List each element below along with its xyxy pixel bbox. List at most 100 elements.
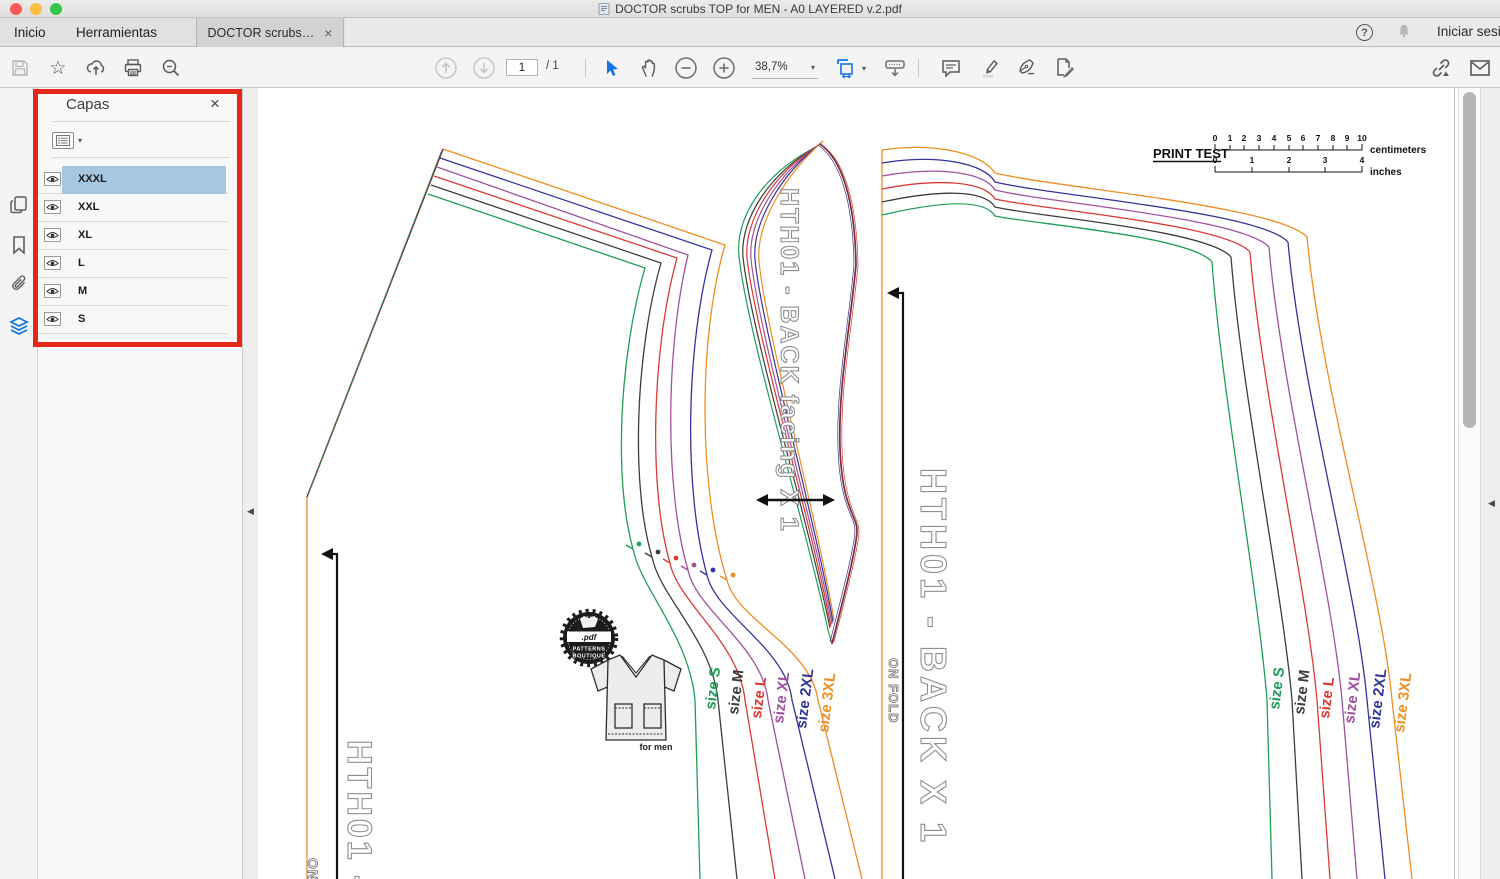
print-test-block: PRINT TEST 0 1 2 3 4 5 6 7 8 9 10 centimeters 0123… [1153,133,1427,178]
cloud-upload-icon [86,60,105,75]
svg-text:9: 9 [1345,133,1350,143]
back-piece-size-lines [881,146,1413,879]
plus-circle-icon [713,57,735,79]
scrub-top-illustration: for men [590,654,682,752]
svg-text:size 2XL: size 2XL [1366,668,1390,730]
help-button[interactable]: ? [1356,24,1373,41]
svg-text:size 2XL: size 2XL [793,668,817,730]
fit-width-button[interactable] [834,56,858,80]
svg-text:size S: size S [1266,666,1288,710]
attachments-button[interactable] [7,272,31,296]
star-icon: ☆ [49,57,67,79]
zoom-in-button[interactable] [712,56,736,80]
svg-text:6: 6 [1301,133,1306,143]
minus-circle-icon [675,57,697,79]
printer-icon [124,59,142,77]
fill-sign-button[interactable] [1015,56,1039,80]
tab-document[interactable]: DOCTOR scrubs… × [196,18,344,47]
select-tool-button[interactable] [599,56,623,80]
notifications-button[interactable] [1396,23,1412,44]
svg-text:7: 7 [1316,133,1321,143]
share-cloud-button[interactable] [84,56,108,80]
svg-text:size L: size L [748,676,770,719]
previous-page-button[interactable] [434,56,458,80]
zoom-out-button[interactable] [674,56,698,80]
page-thumbnails-button[interactable] [7,193,31,217]
link-icon [1432,59,1450,77]
annotation-highlight-rectangle [33,89,242,347]
svg-text:size 3XL: size 3XL [815,672,839,734]
print-button[interactable] [121,56,145,80]
comment-tool-button[interactable] [939,56,963,80]
svg-text:3: 3 [1323,155,1328,165]
paperclip-icon [12,275,26,291]
titlebar: DOCTOR scrubs TOP for MEN - A0 LAYERED v… [0,0,1500,18]
favorite-button[interactable]: ☆ [46,56,70,80]
scrolling-mode-button[interactable] [883,56,907,80]
cursor-icon [607,60,618,76]
window-title: DOCTOR scrubs TOP for MEN - A0 LAYERED v… [615,1,902,16]
svg-text:size L: size L [1316,676,1338,719]
size-labels-front: size S size M size L size XL size 2XL si… [702,666,839,733]
fit-width-chevron-icon[interactable]: ▾ [862,64,866,73]
hand-tool-button[interactable] [637,56,661,80]
edit-sign-doc-button[interactable] [1052,56,1076,80]
svg-text:4: 4 [1272,133,1277,143]
next-page-button[interactable] [472,56,496,80]
layers-icon [9,317,29,335]
pdf-page[interactable]: HTH01 - F ON FOLD HTH01 - BACK facing X … [258,88,1455,879]
chevron-down-icon: ▾ [810,62,815,72]
vertical-scrollbar[interactable] [1458,88,1480,879]
collapse-panel-icon[interactable]: ◀ [247,506,254,517]
svg-text:2: 2 [1287,155,1292,165]
svg-text:0: 0 [1213,155,1218,165]
tab-herramientas[interactable]: Herramientas [76,18,157,47]
zoom-level-value: 38,7% [755,61,788,73]
svg-text:0: 0 [1213,133,1218,143]
toolbar-divider [585,59,586,77]
save-button[interactable] [8,56,32,80]
layers-button[interactable] [7,314,31,338]
zoom-level-select[interactable]: 38,7% ▾ [752,56,818,79]
fountain-pen-icon [1019,59,1035,76]
right-panel-strip: ◀ [1480,88,1500,879]
save-icon [12,60,28,76]
highlight-tool-button[interactable] [978,56,1002,80]
bookmarks-button[interactable] [7,233,31,257]
document-tab-label: DOCTOR scrubs… [207,25,315,40]
svg-text:size S: size S [702,666,724,710]
page-number-input[interactable]: 1 [506,59,538,76]
close-tab-icon[interactable]: × [324,26,332,40]
share-link-button[interactable] [1429,56,1453,80]
svg-text:3: 3 [1257,133,1262,143]
fit-width-icon [837,59,853,79]
svg-text:size 3XL: size 3XL [1391,672,1415,734]
email-button[interactable] [1468,56,1492,80]
tab-inicio[interactable]: Inicio [14,18,46,47]
svg-text:size M: size M [1291,669,1313,716]
scrollbar-thumb[interactable] [1463,92,1476,428]
bell-icon [1399,25,1409,38]
centimeters-label: centimeters [1370,145,1427,156]
print-test-label: PRINT TEST [1153,146,1229,161]
panel-collapse-strip: ◀ [243,88,258,879]
back-on-fold-label: ON FOLD [886,658,901,724]
tabbar-spacer [345,18,1500,46]
acrobat-window: DOCTOR scrubs TOP for MEN - A0 LAYERED v… [0,0,1500,879]
magnifier-minus-icon [162,59,180,77]
marquee-zoom-button[interactable] [159,56,183,80]
grainline-arrow-front [321,548,339,879]
bookmark-icon [13,236,25,255]
comment-icon [942,60,960,78]
page-total-label: / 1 [546,60,559,72]
front-piece-label: HTH01 - F [340,740,378,879]
svg-text:4: 4 [1360,155,1365,165]
hand-icon [641,59,656,77]
svg-text:size M: size M [725,669,747,716]
logo-patterns-text: PATTERNS [573,647,606,653]
sign-in-link[interactable]: Iniciar sesión [1437,24,1500,39]
collapse-right-panel-icon[interactable]: ◀ [1488,498,1495,509]
logo-boutique-text: BOUTIQUE [572,654,605,660]
arrow-down-circle-icon [473,57,495,79]
svg-text:8: 8 [1331,133,1336,143]
